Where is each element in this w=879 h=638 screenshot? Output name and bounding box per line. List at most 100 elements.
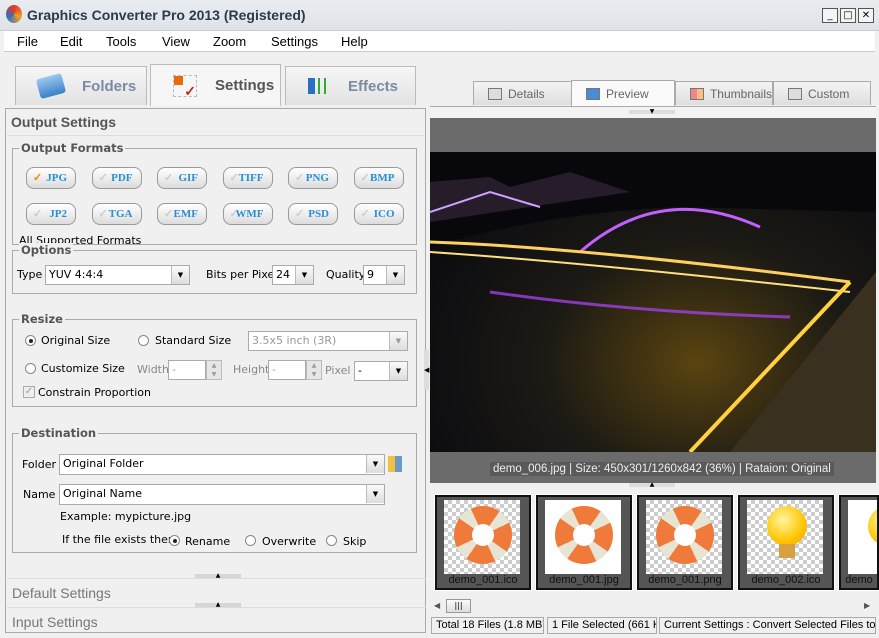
unit-select[interactable]: - ▼ [354,361,408,381]
close-button[interactable]: ✕ [858,8,874,23]
example-text: Example: mypicture.jpg [60,510,192,523]
bpp-select[interactable]: 24 ▼ [272,265,314,285]
format-jpg-button[interactable]: ✓ JPG [26,167,76,189]
format-label: JP2 [49,208,67,220]
standard-size-select[interactable]: 3.5x5 inch (3R) ▼ [248,331,408,351]
group-label: Output Formats [19,141,126,155]
name-select[interactable]: Original Name ▼ [59,484,385,505]
chevron-down-icon[interactable]: ▼ [171,266,189,284]
quality-value: 9 [367,268,374,281]
panel-title: Output Settings [11,114,116,130]
format-gif-button[interactable]: ✓ GIF [157,167,207,189]
maximize-button[interactable]: □ [840,8,856,23]
thumbnail-image [545,500,621,574]
format-label: TIFF [238,172,264,184]
menu-tools[interactable]: Tools [106,34,136,49]
rename-radio[interactable] [169,535,180,546]
tab-label: Settings [215,77,275,94]
tab-details[interactable]: Details [473,81,572,105]
night-city-photo [430,152,876,452]
unit-label: Pixel [325,364,351,377]
check-icon: ✓ [360,172,370,184]
preview-caption: demo_006.jpg | Size: 450x301/1260x842 (3… [490,462,834,476]
format-label: PSD [308,208,329,220]
thumbnail-item[interactable]: demo_001.png [636,494,734,591]
customize-size-radio[interactable] [25,363,36,374]
tab-custom[interactable]: Custom [773,81,871,105]
folder-label: Folder [22,458,56,471]
splitter-handle[interactable]: ◀ [424,350,429,390]
format-ico-button[interactable]: ✓ ICO [353,203,404,225]
format-label: BMP [370,172,395,184]
menu-file[interactable]: File [17,34,38,49]
menu-zoom[interactable]: Zoom [213,34,246,49]
tab-label: Thumbnails [709,86,772,101]
quality-select[interactable]: 9 ▼ [363,265,405,285]
format-jp2-button[interactable]: ✓ JP2 [26,203,76,225]
scroll-left-icon[interactable]: ◀ [434,601,440,610]
thumbnail-item[interactable]: demo_001.jpg [535,494,633,591]
chevron-down-icon[interactable]: ▼ [389,362,407,380]
customize-size-label: Customize Size [41,362,125,375]
thumbnail-item[interactable]: demo_002.ico [737,494,835,591]
scroll-right-icon[interactable]: ▶ [864,601,870,610]
thumbnail-item[interactable]: demo_001.ico [434,494,532,591]
thumbnail-caption: demo [845,574,873,586]
constrain-proportion-checkbox[interactable]: ✓ [23,386,35,398]
height-stepper[interactable]: ▲ ▼ [306,360,322,380]
app-logo-icon [6,5,22,23]
tab-thumbnails[interactable]: Thumbnails [675,81,773,105]
format-label: ICO [373,208,395,220]
horizontal-scrollbar[interactable]: ◀ ||| ▶ [430,598,876,615]
group-label: Resize [19,312,65,326]
format-png-button[interactable]: ✓ PNG [288,167,338,189]
chevron-down-icon[interactable]: ▼ [386,266,404,284]
scrollbar-thumb[interactable]: ||| [446,599,471,613]
minimize-button[interactable]: _ [822,8,838,23]
format-tiff-button[interactable]: ✓ TIFF [222,167,273,189]
height-input[interactable]: - [268,360,306,380]
thumbnail-image [444,500,520,574]
width-input[interactable]: - [168,360,206,380]
chevron-down-icon[interactable]: ▼ [366,455,384,473]
skip-radio[interactable] [326,535,337,546]
standard-size-label: Standard Size [155,334,232,347]
height-label: Height [233,363,270,376]
chevron-down-icon[interactable]: ▼ [389,332,407,350]
format-tga-button[interactable]: ✓ TGA [91,203,142,225]
format-label: PDF [111,172,133,184]
resize-group: Resize Original Size Standard Size 3.5x5… [12,312,417,407]
collapse-grip[interactable]: ▼ [629,109,675,115]
menu-settings[interactable]: Settings [271,34,318,49]
thumbnail-image [646,500,722,574]
thumbnail-item[interactable]: demo [838,494,879,591]
format-label: PNG [305,172,329,184]
check-icon: ✓ [164,172,174,184]
format-wmf-button[interactable]: ✓ WMF [222,203,273,225]
folder-select[interactable]: Original Folder ▼ [59,454,385,475]
chevron-down-icon[interactable]: ▼ [366,485,384,503]
thumbnail-image [848,500,877,574]
menu-view[interactable]: View [162,34,190,49]
format-emf-button[interactable]: ✓ EMF [157,203,207,225]
skip-label: Skip [343,535,367,548]
effects-sliders-icon [308,78,330,94]
width-stepper[interactable]: ▲ ▼ [206,360,222,380]
format-psd-button[interactable]: ✓ PSD [288,203,338,225]
menu-edit[interactable]: Edit [60,34,82,49]
format-pdf-button[interactable]: ✓ PDF [91,167,142,189]
original-size-radio[interactable] [25,335,36,346]
overwrite-radio[interactable] [245,535,256,546]
menu-help[interactable]: Help [341,34,368,49]
tab-folders[interactable]: Folders [15,66,147,105]
format-bmp-button[interactable]: ✓ BMP [353,167,404,189]
chevron-down-icon[interactable]: ▼ [295,266,313,284]
input-settings-section[interactable]: Input Settings [7,607,426,635]
type-select[interactable]: YUV 4:4:4 ▼ [45,265,190,285]
tab-preview[interactable]: Preview [571,80,675,106]
tab-settings[interactable]: ✓ Settings [150,64,281,106]
output-formats-group: Output Formats ✓ JPG ✓ PDF ✓ GIF ✓ TIFF ✓ PNG ✓ BMP… [12,141,417,246]
tab-effects[interactable]: Effects [285,66,416,105]
browse-folder-icon[interactable] [388,456,402,472]
standard-size-radio[interactable] [138,335,149,346]
